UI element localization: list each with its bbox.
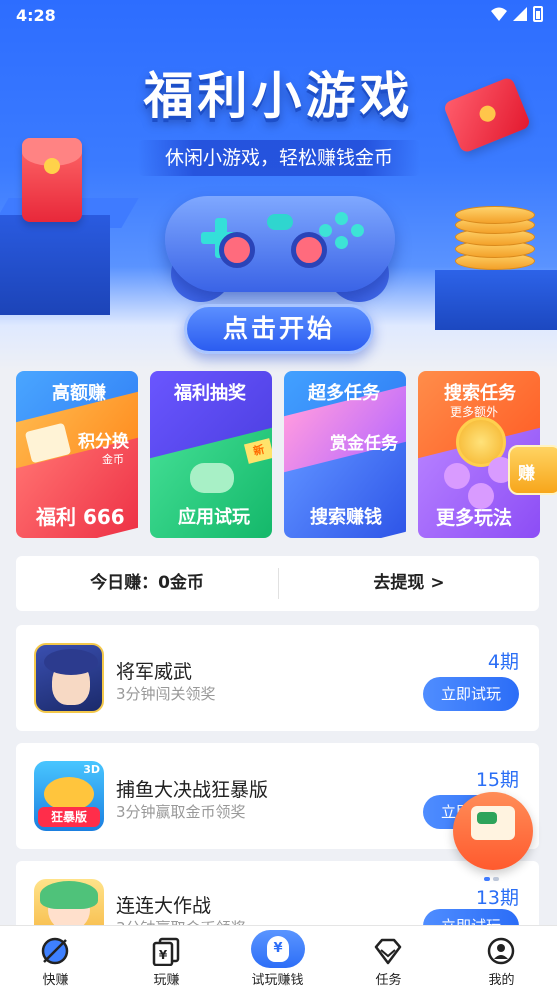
rocket-icon	[41, 937, 69, 965]
game-period: 13期	[475, 887, 519, 909]
nav-item-quick-earn[interactable]: 快赚	[0, 926, 111, 992]
nav-label: 玩赚	[153, 973, 180, 988]
floating-redpack-button[interactable]: 赚	[508, 445, 557, 495]
feature-card-tasks[interactable]: 超多任务 赏金任务 搜索赚钱	[284, 371, 406, 538]
game-icon-tag: 狂暴版	[38, 807, 100, 827]
bottom-nav: 快赚 ¥ 玩赚 ¥ 试玩赚钱 任务 我的	[0, 925, 557, 992]
gamepad-small-icon	[190, 463, 234, 493]
floating-promo-button[interactable]	[453, 792, 533, 870]
user-icon	[487, 937, 515, 965]
card-mid-label: 积分换	[78, 432, 129, 452]
card-top-label: 超多任务	[308, 383, 380, 404]
card-top-label: 福利抽奖	[174, 383, 246, 404]
game-name: 连连大作战	[116, 895, 212, 917]
feature-card-lottery[interactable]: 新 福利抽奖 应用试玩	[150, 371, 272, 538]
banner-title: 福利小游戏	[143, 67, 414, 125]
card-bottom-label: 应用试玩	[178, 507, 250, 528]
svg-text:¥: ¥	[159, 948, 168, 962]
feature-grid: 高额赚 积分换 金币 福利 666 新 福利抽奖 应用试玩 超多任务 赏金任务 …	[16, 371, 541, 538]
start-button[interactable]: 点击开始	[184, 304, 374, 354]
card-mid-label: 赏金任务	[330, 434, 398, 454]
game-period: 4期	[487, 651, 519, 673]
game-icon-badge: 3D	[83, 763, 100, 776]
card-bottom-label: 更多玩法	[436, 507, 513, 529]
money-bag-icon: ¥	[251, 930, 305, 968]
banner-subtitle: 休闲小游戏，轻松赚钱金币	[138, 140, 420, 176]
status-bar: 4:28	[0, 0, 557, 32]
game-item[interactable]: 连连大作战 3分钟赢取金币领奖 13期 立即试玩	[16, 861, 539, 931]
cards-icon: ¥	[152, 937, 180, 966]
nav-label: 快赚	[42, 973, 69, 988]
coin-icon	[455, 206, 535, 224]
diamond-icon	[374, 938, 402, 965]
feature-card-high-earn[interactable]: 高额赚 积分换 金币 福利 666	[16, 371, 138, 538]
status-icons	[491, 6, 543, 22]
card-bottom-label: 福利 666	[36, 505, 125, 529]
red-envelope-icon	[22, 138, 82, 222]
wifi-icon	[491, 7, 507, 21]
nav-label: 任务	[375, 973, 402, 988]
status-time: 4:28	[16, 6, 56, 25]
game-period: 15期	[475, 769, 519, 791]
today-earnings: 今日赚：0金币	[90, 573, 204, 593]
game-name: 捕鱼大决战狂暴版	[116, 779, 269, 801]
nav-item-me[interactable]: 我的	[446, 926, 557, 992]
card-top-sub: 更多额外	[450, 405, 499, 419]
withdraw-link[interactable]: 去提现 >	[279, 556, 539, 611]
card-bottom-label: 搜索赚钱	[310, 507, 382, 528]
game-desc: 3分钟闯关领奖	[116, 685, 216, 703]
card-top-label: 高额赚	[52, 383, 106, 404]
nav-item-tasks[interactable]: 任务	[333, 926, 444, 992]
signal-icon	[513, 7, 527, 21]
game-icon	[34, 879, 104, 931]
money-bag-glyph: ¥	[267, 936, 289, 962]
game-name: 将军威武	[116, 661, 193, 683]
floating-redpack-label: 赚	[518, 464, 535, 484]
battery-icon	[533, 6, 543, 22]
card-mid-sub: 金币	[102, 453, 124, 466]
card-top-label: 搜索任务	[444, 383, 516, 404]
nav-label: 试玩赚钱	[251, 973, 304, 988]
pager-dots	[484, 877, 502, 881]
nav-label: 我的	[488, 973, 515, 988]
nav-item-play-earn[interactable]: ¥ 玩赚	[111, 926, 222, 992]
nav-item-trial-earn[interactable]: ¥ 试玩赚钱	[222, 926, 333, 992]
game-icon: 3D 狂暴版	[34, 761, 104, 831]
game-desc: 3分钟赢取金币领奖	[116, 803, 246, 821]
gamepad-icon	[165, 186, 395, 302]
decor-box-left	[0, 215, 110, 315]
game-icon	[34, 643, 104, 713]
game-item[interactable]: 将军威武 3分钟闯关领奖 4期 立即试玩	[16, 625, 539, 731]
emoji-face-icon	[444, 463, 470, 489]
try-now-button[interactable]: 立即试玩	[423, 677, 519, 711]
earnings-bar: 今日赚：0金币 去提现 >	[16, 556, 539, 611]
decor-box-right	[435, 270, 557, 330]
